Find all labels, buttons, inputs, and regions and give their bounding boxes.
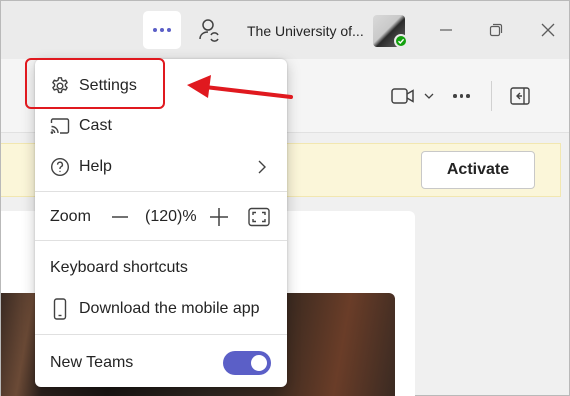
app-window: The University of... Activate Settings C… — [0, 0, 570, 396]
menu-divider — [35, 191, 287, 192]
menu-item-label: Help — [79, 158, 112, 175]
panel-collapse-icon[interactable] — [509, 85, 531, 107]
minimize-button[interactable] — [435, 19, 457, 41]
more-options-button[interactable] — [143, 11, 181, 49]
menu-item-label: New Teams — [50, 354, 134, 371]
zoom-level: (120)% — [145, 208, 197, 225]
zoom-out-icon[interactable] — [111, 208, 129, 226]
menu-item-cast[interactable]: Cast — [35, 109, 287, 143]
presence-available-icon — [394, 34, 408, 48]
menu-item-new-teams: New Teams — [35, 346, 287, 380]
menu-item-keyboard-shortcuts[interactable]: Keyboard shortcuts — [35, 251, 287, 285]
menu-item-label: Download the mobile app — [79, 300, 260, 317]
chevron-down-icon[interactable] — [423, 90, 435, 102]
person-sync-icon[interactable] — [197, 17, 221, 43]
menu-divider — [35, 334, 287, 335]
new-teams-toggle[interactable] — [223, 351, 271, 375]
close-icon — [541, 23, 555, 37]
zoom-controls: Zoom (120)% — [35, 201, 287, 233]
zoom-label: Zoom — [50, 208, 91, 225]
restore-icon — [489, 23, 503, 37]
close-button[interactable] — [537, 19, 559, 41]
annotation-highlight-box — [25, 58, 165, 109]
help-icon — [49, 156, 71, 178]
menu-item-help[interactable]: Help — [35, 150, 287, 184]
annotation-arrow-icon — [187, 75, 293, 99]
divider — [491, 81, 492, 111]
cast-icon — [49, 115, 71, 137]
toggle-knob — [251, 355, 267, 371]
menu-item-label: Cast — [79, 117, 112, 134]
menu-item-label: Keyboard shortcuts — [50, 259, 188, 276]
more-horizontal-icon[interactable] — [453, 94, 470, 98]
more-horizontal-icon — [153, 28, 171, 32]
chevron-right-icon — [258, 160, 266, 174]
zoom-in-icon[interactable] — [209, 207, 229, 227]
video-icon[interactable] — [391, 87, 415, 105]
phone-icon — [49, 298, 71, 320]
menu-item-download-mobile-app[interactable]: Download the mobile app — [35, 292, 287, 326]
menu-divider — [35, 240, 287, 241]
organization-name[interactable]: The University of... — [247, 23, 364, 39]
restore-button[interactable] — [485, 19, 507, 41]
activate-button[interactable]: Activate — [421, 151, 535, 189]
minimize-icon — [440, 29, 452, 31]
fit-screen-icon[interactable] — [248, 207, 270, 227]
